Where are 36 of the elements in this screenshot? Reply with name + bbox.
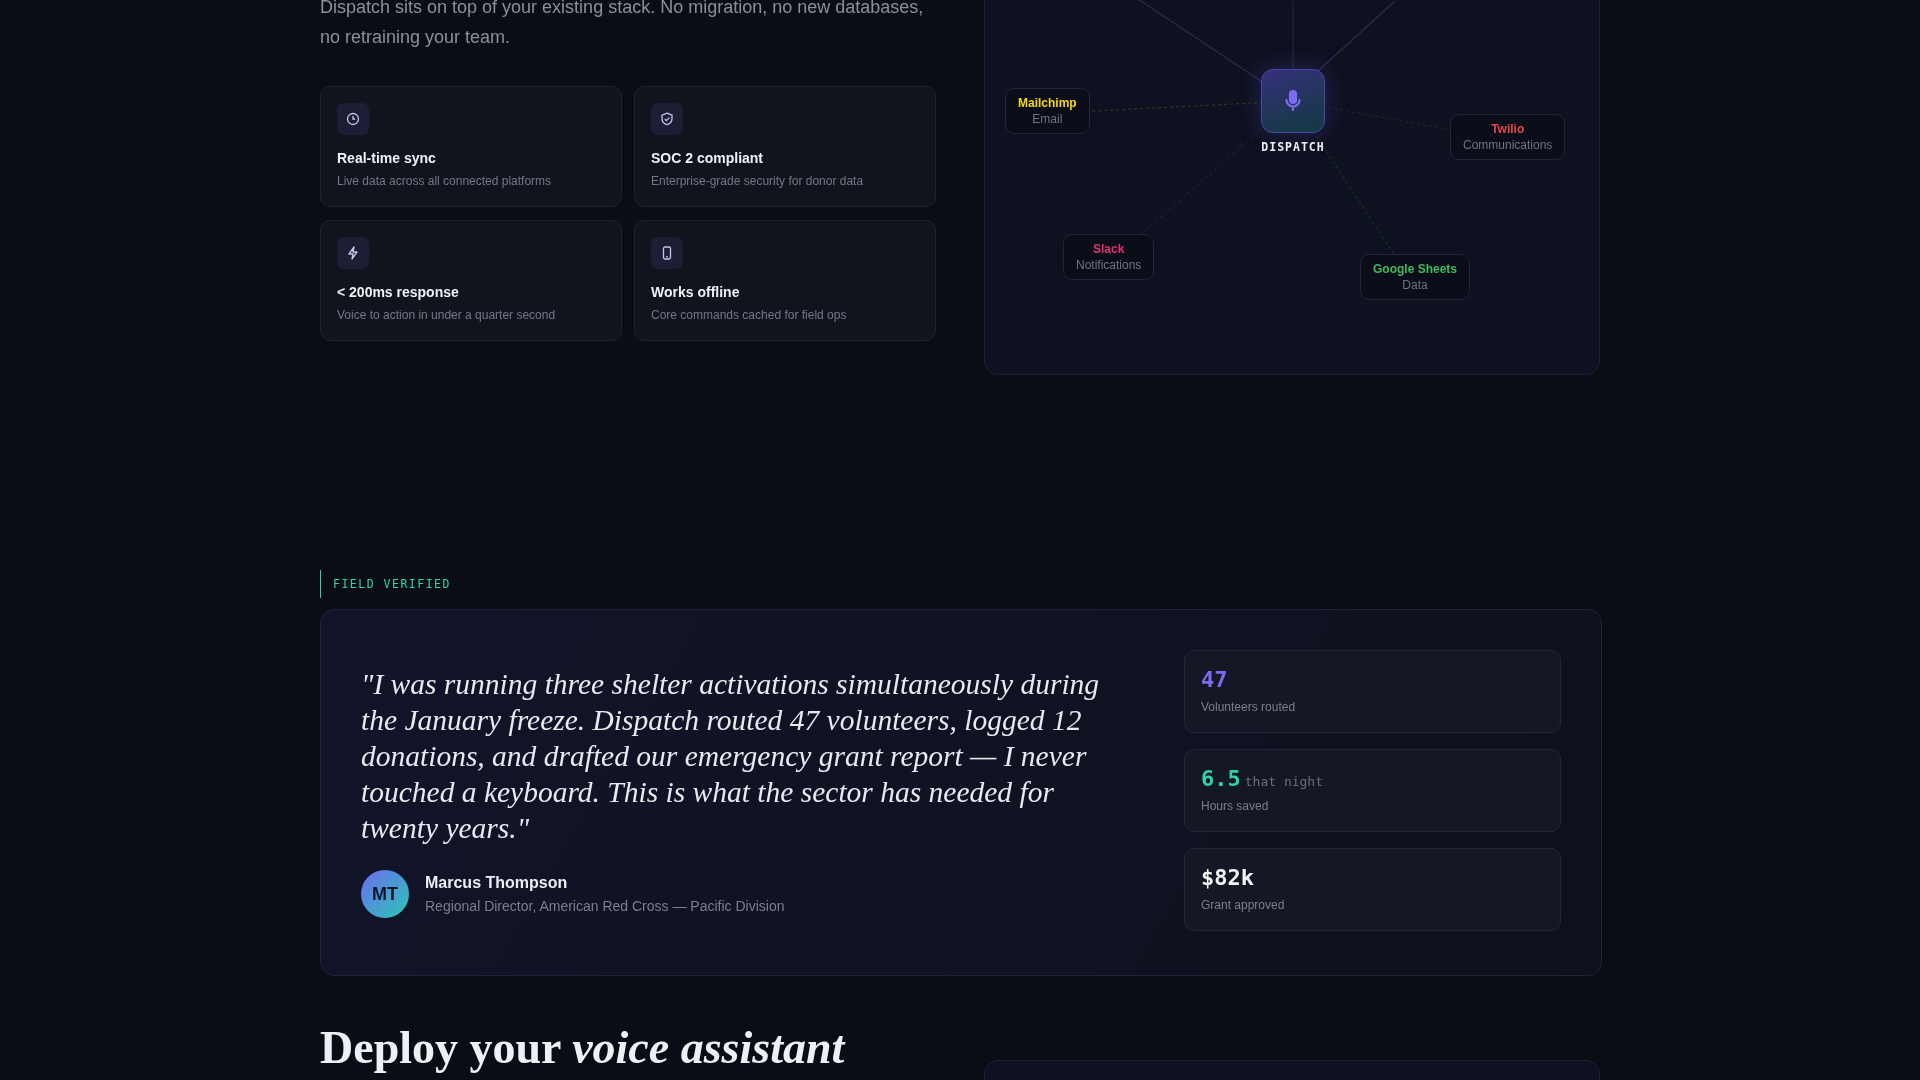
feature-description: Voice to action in under a quarter second	[337, 308, 557, 322]
stat-suffix: that night	[1244, 774, 1324, 789]
stat-label: Hours saved	[1201, 799, 1270, 813]
stat-label: Grant approved	[1201, 898, 1286, 912]
node-name: Google Sheets	[1373, 262, 1458, 276]
testimonial-quote: "I was running three shelter activations simultaneously during the January freeze. Dispatch routed 47 volunteers, logged 12 donations, and drafted our emergency grant report — I never touched a keyboard. This is what the sector has needed for twenty years."	[361, 667, 1101, 846]
node-name: Slack	[1092, 242, 1126, 256]
feature-title: Real-time sync	[337, 150, 437, 166]
node-name: Mailchimp	[1018, 96, 1077, 110]
section-eyebrow: FIELD VERIFIED	[320, 570, 451, 598]
author-name: Marcus Thompson	[425, 874, 569, 892]
hub-label: DISPATCH	[1260, 140, 1326, 154]
avatar: MT	[361, 870, 409, 918]
feature-description: Enterprise-grade security for donor data	[651, 174, 865, 188]
node-name: Twilio	[1490, 122, 1526, 136]
phone-icon	[660, 246, 674, 260]
node-role: Data	[1401, 278, 1429, 292]
feature-description: Live data across all connected platforms	[337, 174, 553, 188]
clock-icon	[346, 112, 360, 126]
author-role: Regional Director, American Red Cross — Pacific Division	[425, 898, 785, 914]
lightning-icon	[346, 246, 360, 260]
node-role: Communications	[1463, 138, 1553, 152]
intro-paragraph: Dispatch sits on top of your existing stack. No migration, no new databases, no retraining your team.	[320, 0, 925, 49]
feature-description: Core commands cached for field ops	[651, 308, 848, 322]
section-heading: Deploy your voice assistant	[320, 1021, 847, 1075]
stat-label: Volunteers routed	[1201, 700, 1297, 714]
shield-check-icon	[660, 112, 674, 126]
node-role: Notifications	[1076, 258, 1142, 272]
stat-value: 6.5	[1201, 766, 1241, 791]
microphone-icon	[1283, 89, 1303, 113]
stat-value: 47	[1201, 667, 1228, 692]
stat-value: $82k	[1201, 865, 1254, 890]
feature-title: < 200ms response	[337, 284, 460, 300]
feature-title: Works offline	[651, 284, 741, 300]
node-role: Email	[1031, 112, 1064, 126]
feature-title: SOC 2 compliant	[651, 150, 765, 166]
